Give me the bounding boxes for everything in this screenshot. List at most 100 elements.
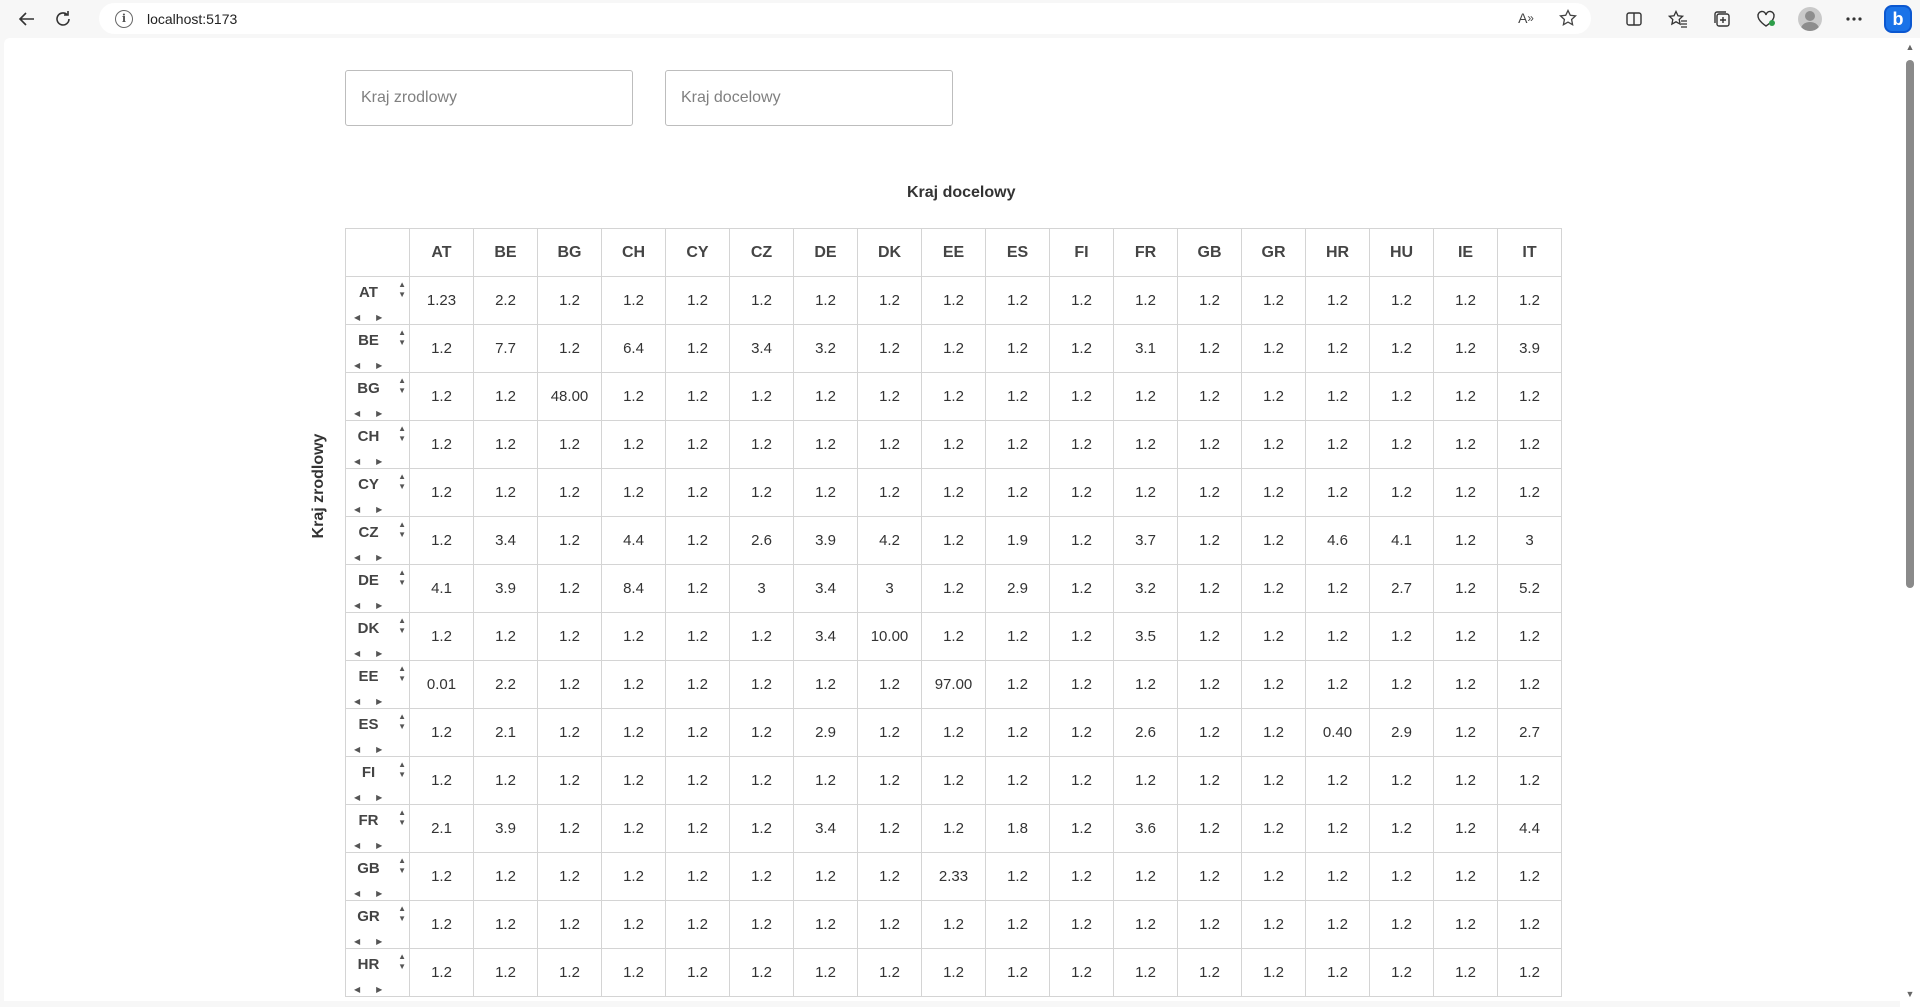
move-right-arrow-icon[interactable]: ▶ (376, 601, 382, 610)
matrix-cell[interactable]: 1.2 (729, 708, 794, 757)
matrix-cell[interactable]: 1.2 (985, 372, 1050, 421)
matrix-cell[interactable]: 1.2 (537, 564, 602, 613)
reload-icon[interactable] (45, 1, 81, 37)
matrix-cell[interactable]: 1.2 (537, 660, 602, 709)
matrix-cell[interactable]: 3.9 (1497, 324, 1562, 373)
matrix-cell[interactable]: 1.2 (665, 756, 730, 805)
matrix-cell[interactable]: 1.2 (601, 660, 666, 709)
matrix-cell[interactable]: 1.2 (1497, 900, 1562, 949)
matrix-cell[interactable]: 3.4 (793, 612, 858, 661)
matrix-cell[interactable]: 1.2 (1305, 420, 1370, 469)
matrix-cell[interactable]: 1.2 (665, 900, 730, 949)
move-down-arrow-icon[interactable]: ▼ (398, 578, 406, 588)
copilot-icon[interactable]: b (1876, 1, 1920, 37)
matrix-cell[interactable]: 1.2 (793, 372, 858, 421)
matrix-cell[interactable]: 1.2 (601, 420, 666, 469)
move-right-arrow-icon[interactable]: ▶ (376, 409, 382, 418)
matrix-cell[interactable]: 1.2 (857, 276, 922, 325)
matrix-cell[interactable]: 1.2 (1305, 276, 1370, 325)
favorites-icon[interactable] (1656, 1, 1700, 37)
move-right-arrow-icon[interactable]: ▶ (376, 697, 382, 706)
matrix-cell[interactable]: 1.2 (473, 468, 538, 517)
matrix-cell[interactable]: 1.2 (985, 756, 1050, 805)
matrix-cell[interactable]: 1.2 (1241, 324, 1306, 373)
site-info-icon[interactable]: i (115, 9, 133, 28)
matrix-cell[interactable]: 1.2 (409, 708, 474, 757)
move-right-arrow-icon[interactable]: ▶ (376, 793, 382, 802)
matrix-cell[interactable]: 1.2 (857, 804, 922, 853)
matrix-cell[interactable]: 1.2 (537, 516, 602, 565)
matrix-cell[interactable]: 1.2 (1241, 516, 1306, 565)
matrix-cell[interactable]: 1.2 (857, 420, 922, 469)
matrix-cell[interactable]: 1.2 (1241, 660, 1306, 709)
matrix-cell[interactable]: 1.2 (1049, 756, 1114, 805)
matrix-cell[interactable]: 1.2 (1305, 468, 1370, 517)
matrix-cell[interactable]: 1.2 (1433, 852, 1498, 901)
matrix-cell[interactable]: 2.7 (1369, 564, 1434, 613)
move-down-arrow-icon[interactable]: ▼ (398, 482, 406, 492)
matrix-cell[interactable]: 1.2 (1113, 468, 1178, 517)
matrix-cell[interactable]: 1.2 (985, 948, 1050, 997)
move-left-arrow-icon[interactable]: ◀ (354, 505, 360, 514)
matrix-cell[interactable]: 1.2 (409, 420, 474, 469)
matrix-cell[interactable]: 0.01 (409, 660, 474, 709)
matrix-cell[interactable]: 1.2 (409, 516, 474, 565)
move-up-arrow-icon[interactable]: ▲ (398, 952, 406, 962)
matrix-cell[interactable]: 1.2 (1177, 852, 1242, 901)
move-left-arrow-icon[interactable]: ◀ (354, 649, 360, 658)
matrix-cell[interactable]: 1.2 (1369, 900, 1434, 949)
move-right-arrow-icon[interactable]: ▶ (376, 457, 382, 466)
matrix-cell[interactable]: 1.2 (1049, 612, 1114, 661)
matrix-cell[interactable]: 1.2 (665, 372, 730, 421)
matrix-cell[interactable]: 1.2 (793, 660, 858, 709)
matrix-cell[interactable]: 1.2 (1433, 612, 1498, 661)
matrix-cell[interactable]: 1.2 (857, 708, 922, 757)
matrix-cell[interactable]: 2.7 (1497, 708, 1562, 757)
matrix-cell[interactable]: 1.2 (985, 612, 1050, 661)
matrix-cell[interactable]: 1.2 (1433, 420, 1498, 469)
move-up-arrow-icon[interactable]: ▲ (398, 568, 406, 578)
matrix-cell[interactable]: 1.2 (1369, 276, 1434, 325)
matrix-cell[interactable]: 3.2 (793, 324, 858, 373)
move-right-arrow-icon[interactable]: ▶ (376, 985, 382, 994)
matrix-cell[interactable]: 1.2 (1177, 612, 1242, 661)
matrix-cell[interactable]: 2.33 (921, 852, 986, 901)
matrix-cell[interactable]: 1.2 (473, 612, 538, 661)
matrix-cell[interactable]: 1.2 (729, 852, 794, 901)
matrix-cell[interactable]: 3.1 (1113, 324, 1178, 373)
matrix-cell[interactable]: 1.2 (1113, 660, 1178, 709)
matrix-cell[interactable]: 1.2 (793, 468, 858, 517)
move-down-arrow-icon[interactable]: ▼ (398, 626, 406, 636)
move-left-arrow-icon[interactable]: ◀ (354, 937, 360, 946)
matrix-cell[interactable]: 1.2 (1305, 372, 1370, 421)
matrix-cell[interactable]: 4.2 (857, 516, 922, 565)
matrix-cell[interactable]: 1.2 (537, 420, 602, 469)
matrix-cell[interactable]: 1.2 (1241, 804, 1306, 853)
matrix-cell[interactable]: 48.00 (537, 372, 602, 421)
matrix-cell[interactable]: 1.2 (1305, 852, 1370, 901)
collections-icon[interactable] (1700, 1, 1744, 37)
matrix-cell[interactable]: 1.2 (729, 612, 794, 661)
matrix-cell[interactable]: 1.2 (1497, 468, 1562, 517)
matrix-cell[interactable]: 2.9 (985, 564, 1050, 613)
matrix-cell[interactable]: 3 (1497, 516, 1562, 565)
matrix-cell[interactable]: 7.7 (473, 324, 538, 373)
move-down-arrow-icon[interactable]: ▼ (398, 770, 406, 780)
matrix-cell[interactable]: 1.2 (985, 708, 1050, 757)
matrix-cell[interactable]: 1.2 (729, 804, 794, 853)
matrix-cell[interactable]: 1.2 (1177, 420, 1242, 469)
matrix-cell[interactable]: 1.2 (1305, 660, 1370, 709)
matrix-cell[interactable]: 3.2 (1113, 564, 1178, 613)
matrix-cell[interactable]: 1.2 (921, 276, 986, 325)
move-up-arrow-icon[interactable]: ▲ (398, 712, 406, 722)
matrix-cell[interactable]: 1.2 (601, 708, 666, 757)
matrix-cell[interactable]: 3.5 (1113, 612, 1178, 661)
matrix-cell[interactable]: 1.2 (1241, 756, 1306, 805)
matrix-cell[interactable]: 1.2 (1433, 756, 1498, 805)
move-right-arrow-icon[interactable]: ▶ (376, 841, 382, 850)
matrix-cell[interactable]: 1.2 (409, 468, 474, 517)
matrix-cell[interactable]: 1.2 (1241, 420, 1306, 469)
matrix-cell[interactable]: 1.2 (537, 324, 602, 373)
matrix-cell[interactable]: 1.2 (1113, 372, 1178, 421)
matrix-cell[interactable]: 1.2 (1241, 276, 1306, 325)
